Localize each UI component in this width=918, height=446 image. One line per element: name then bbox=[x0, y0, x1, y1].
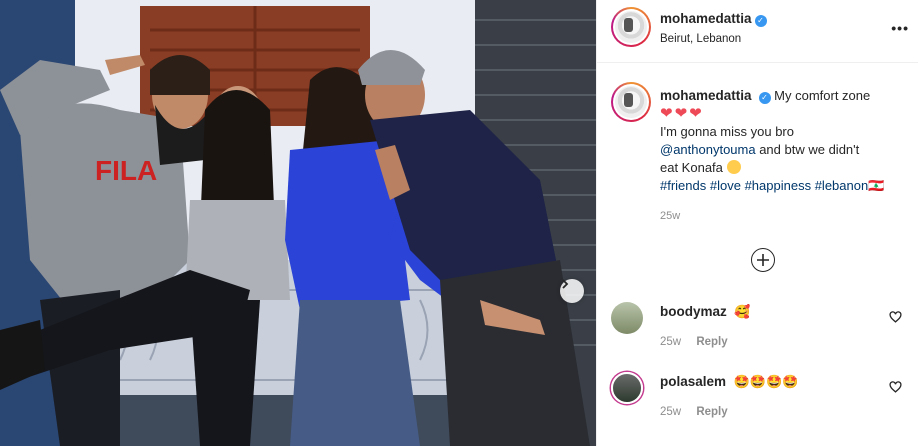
comment-text: 🥰 bbox=[734, 304, 751, 319]
caption-line-3a: and btw we didn't bbox=[755, 142, 860, 157]
author-avatar[interactable] bbox=[611, 7, 651, 47]
caption-line-2: I'm gonna miss you bro bbox=[660, 124, 794, 139]
instagram-post-view: FILA mohamedattia ✓ Beirut, Lebanon ••• … bbox=[0, 0, 918, 446]
photo-scene: FILA bbox=[0, 0, 596, 446]
comment: polasalem 🤩🤩🤩🤩 bbox=[660, 374, 798, 390]
caption-timestamp[interactable]: 25w bbox=[660, 210, 680, 222]
post-location[interactable]: Beirut, Lebanon bbox=[660, 33, 741, 45]
post-side-panel: mohamedattia ✓ Beirut, Lebanon ••• mohame… bbox=[596, 0, 918, 446]
commenter-avatar[interactable] bbox=[611, 372, 643, 404]
commenter-username[interactable]: polasalem bbox=[660, 374, 726, 389]
post-header: mohamedattia ✓ Beirut, Lebanon ••• bbox=[597, 0, 918, 63]
commenter-avatar[interactable] bbox=[611, 302, 643, 334]
pensive-face-emoji bbox=[726, 160, 741, 174]
heart-outline-icon[interactable] bbox=[889, 311, 902, 323]
commenter-username[interactable]: boodymaz bbox=[660, 304, 727, 319]
comment-timestamp[interactable]: 25w bbox=[660, 406, 681, 418]
svg-text:FILA: FILA bbox=[95, 155, 157, 186]
next-photo-button[interactable] bbox=[560, 279, 584, 303]
comment-meta: 25w Reply bbox=[660, 336, 728, 348]
hashtag-link[interactable]: #love bbox=[710, 178, 741, 193]
reply-button[interactable]: Reply bbox=[696, 406, 727, 418]
chevron-right-icon bbox=[562, 279, 569, 289]
hashtag-link[interactable]: #lebanon🇱🇧 bbox=[815, 178, 885, 193]
caption-author-avatar[interactable] bbox=[611, 82, 651, 122]
author-username-link[interactable]: mohamedattia ✓ bbox=[660, 11, 767, 27]
caption-line-3b: eat Konafa bbox=[660, 160, 723, 175]
caption-author-username[interactable]: mohamedattia bbox=[660, 88, 752, 103]
caption-line-1: My comfort zone bbox=[774, 88, 871, 103]
post-photo[interactable]: FILA bbox=[0, 0, 596, 446]
comment-meta: 25w Reply bbox=[660, 406, 728, 418]
mention-link[interactable]: @anthonytouma bbox=[660, 142, 756, 157]
reply-button[interactable]: Reply bbox=[696, 336, 727, 348]
verified-badge-icon: ✓ bbox=[758, 92, 771, 104]
hashtag-link[interactable]: #friends bbox=[660, 178, 706, 193]
plus-circle-icon bbox=[757, 254, 769, 266]
comment: boodymaz 🥰 bbox=[660, 304, 751, 320]
caption-hearts: ❤❤❤ bbox=[660, 105, 704, 122]
author-username[interactable]: mohamedattia bbox=[660, 11, 752, 26]
post-caption: mohamedattia ✓ My comfort zone ❤❤❤ I'm go… bbox=[660, 87, 900, 195]
load-more-comments-button[interactable] bbox=[751, 248, 775, 272]
more-options-icon[interactable]: ••• bbox=[891, 20, 909, 36]
comment-text: 🤩🤩🤩🤩 bbox=[733, 374, 799, 389]
hashtag-link[interactable]: #happiness bbox=[745, 178, 812, 193]
heart-outline-icon[interactable] bbox=[889, 381, 902, 393]
comment-timestamp[interactable]: 25w bbox=[660, 336, 681, 348]
verified-badge-icon: ✓ bbox=[754, 15, 767, 27]
